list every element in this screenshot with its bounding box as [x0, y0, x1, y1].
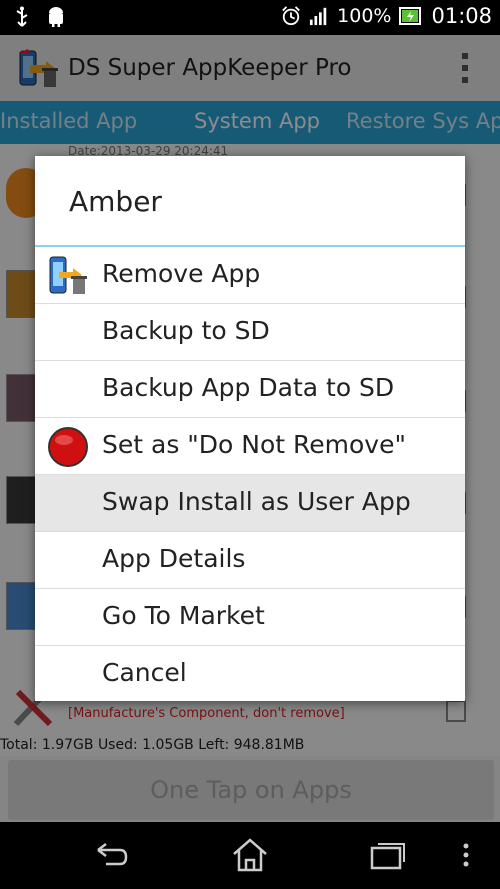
signal-icon: [310, 7, 327, 26]
clock: 01:08: [431, 4, 492, 28]
menu-item-remove-app[interactable]: Remove App: [35, 247, 465, 304]
status-bar: 100% 01:08: [0, 0, 500, 35]
back-icon[interactable]: [92, 838, 132, 872]
red-dot-icon: [48, 427, 88, 467]
android-icon: [49, 7, 63, 27]
navigation-bar: [0, 822, 500, 889]
context-dialog: Amber Remove App Backup to SD Backup App…: [35, 156, 465, 701]
menu-item-swap-install[interactable]: Swap Install as User App: [35, 475, 465, 532]
dialog-title-bar: Amber: [35, 156, 465, 247]
alarm-icon: [282, 6, 300, 26]
menu-item-do-not-remove[interactable]: Set as "Do Not Remove": [35, 418, 465, 475]
menu-item-app-details[interactable]: App Details: [35, 532, 465, 589]
menu-item-backup-app-data[interactable]: Backup App Data to SD: [35, 361, 465, 418]
menu-label: Remove App: [102, 259, 261, 288]
phone-trash-icon: [49, 256, 87, 294]
recents-icon[interactable]: [368, 838, 408, 872]
dialog-title: Amber: [69, 185, 162, 218]
menu-item-backup-to-sd[interactable]: Backup to SD: [35, 304, 465, 361]
dialog-menu: Remove App Backup to SD Backup App Data …: [35, 247, 465, 702]
usb-icon: [16, 6, 28, 27]
menu-item-cancel[interactable]: Cancel: [35, 646, 465, 702]
menu-icon[interactable]: [456, 838, 476, 872]
menu-label: Set as "Do Not Remove": [102, 430, 406, 459]
battery-percent: 100%: [337, 5, 392, 27]
menu-label: Go To Market: [102, 601, 265, 630]
menu-label: Backup to SD: [102, 316, 270, 345]
menu-label: Cancel: [102, 658, 187, 687]
battery-icon: [399, 7, 422, 25]
home-icon[interactable]: [230, 838, 270, 872]
menu-label: Swap Install as User App: [102, 487, 411, 516]
menu-label: Backup App Data to SD: [102, 373, 395, 402]
menu-label: App Details: [102, 544, 246, 573]
menu-item-go-to-market[interactable]: Go To Market: [35, 589, 465, 646]
